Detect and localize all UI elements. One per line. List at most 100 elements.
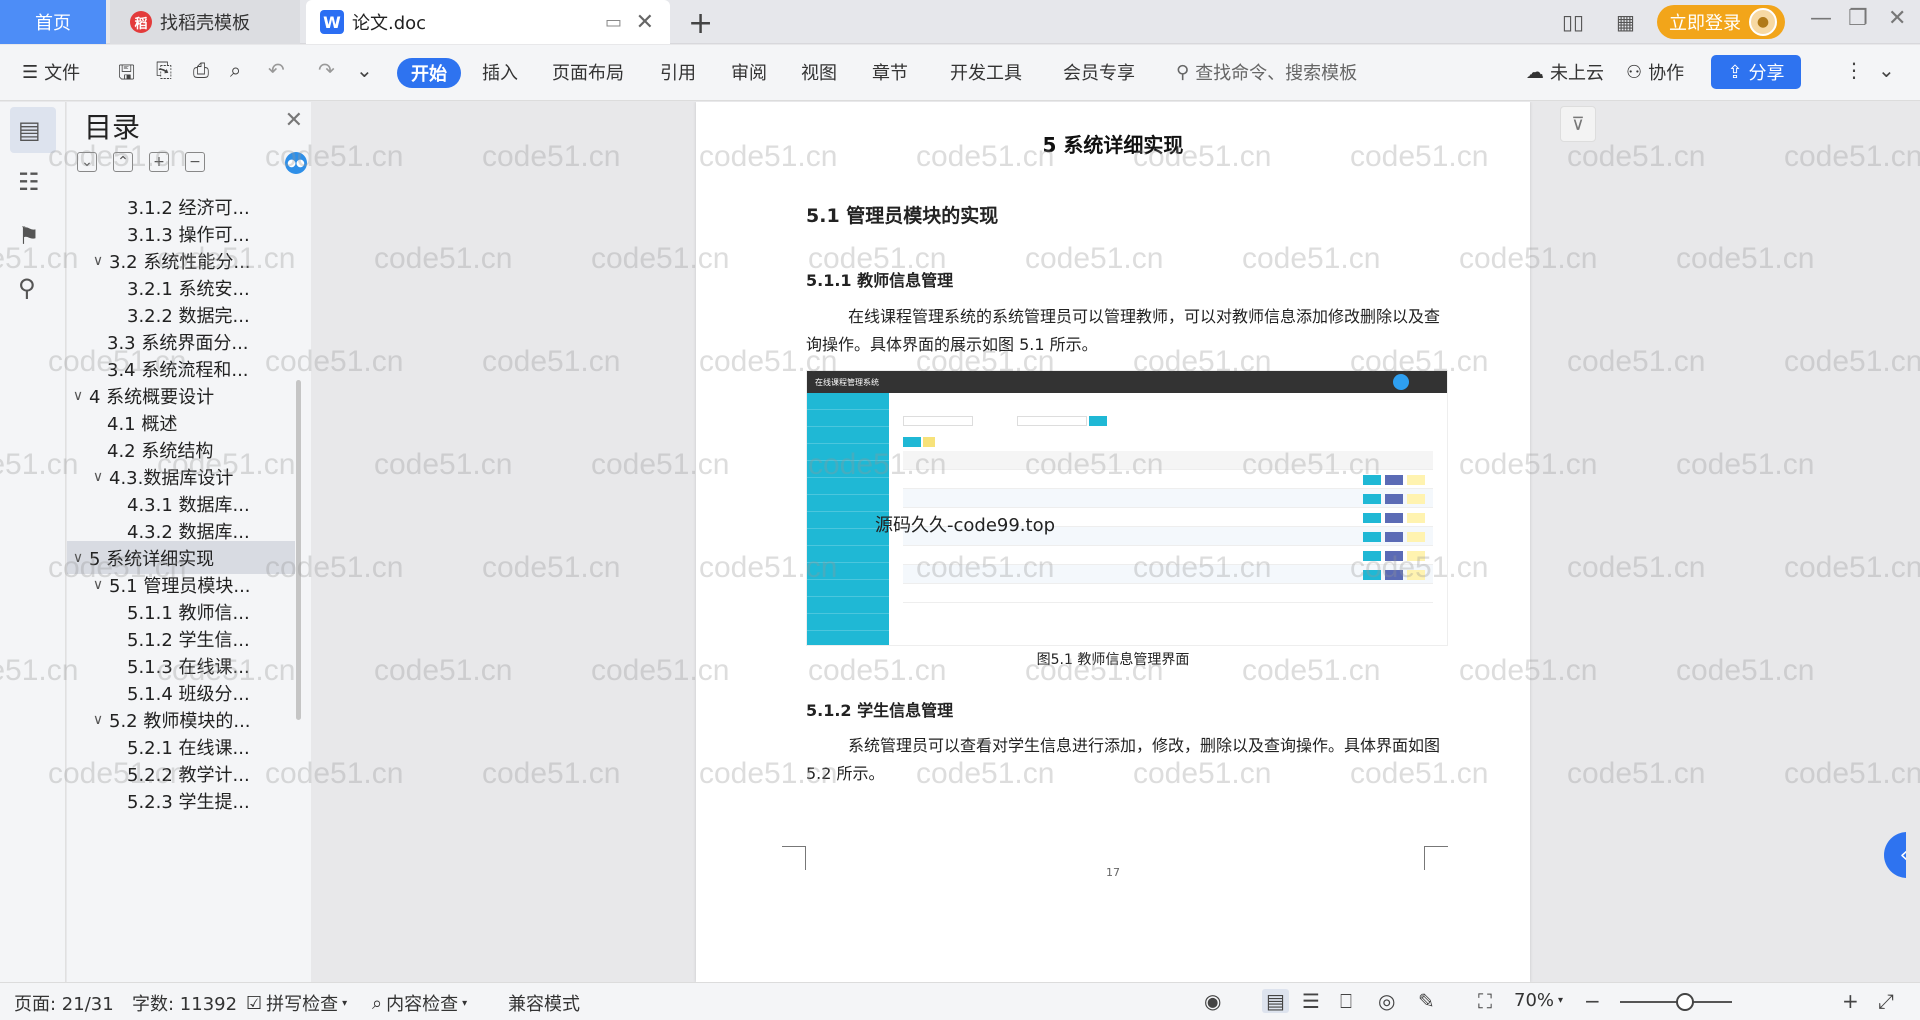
monitor-icon[interactable]: ▭ bbox=[605, 12, 622, 33]
toc-view-icon[interactable]: ▤ bbox=[18, 116, 41, 144]
share-icon: ⇪ bbox=[1727, 61, 1743, 83]
word-count[interactable]: 字数: 11392 bbox=[132, 990, 237, 1016]
figure-delete-button bbox=[923, 437, 935, 447]
file-menu[interactable]: ☰ 文件 bbox=[22, 59, 80, 85]
eye-protection-icon[interactable]: ◉ bbox=[1204, 989, 1221, 1013]
web-view-icon[interactable]: ◎ bbox=[1378, 989, 1395, 1013]
navigation-rail: ▤ ☷ ⚑ ⚲ bbox=[0, 102, 66, 982]
toc-item-label: 5.1.3 在线课... bbox=[127, 656, 250, 678]
figure-row-action bbox=[1385, 494, 1403, 504]
status-bar: 页面: 21/31 字数: 11392 ☑ 拼写检查 ▾ ⌕ 内容检查 ▾ 兼容… bbox=[0, 982, 1920, 1020]
chevron-down-icon[interactable]: ∨ bbox=[67, 550, 89, 566]
section-heading: 5.1 管理员模块的实现 bbox=[806, 205, 999, 227]
export-icon[interactable]: ⎘ bbox=[156, 58, 172, 82]
add-icon[interactable]: + bbox=[149, 152, 169, 172]
toc-item-label: 3.2.1 系统安... bbox=[127, 278, 250, 300]
compat-mode: 兼容模式 bbox=[508, 994, 580, 1015]
print-icon[interactable]: ⎙ bbox=[193, 58, 209, 82]
add-user-icon: ⚇ bbox=[1626, 61, 1643, 83]
tab-developer[interactable]: 开发工具 bbox=[950, 59, 1022, 85]
cloud-status[interactable]: ☁ 未上云 bbox=[1526, 59, 1604, 85]
close-tab-icon[interactable]: ✕ bbox=[636, 10, 654, 35]
content-check-icon: ⌕ bbox=[372, 992, 383, 1014]
expand-down-icon[interactable]: ⌄ bbox=[77, 152, 97, 172]
toc-item-label: 3.4 系统流程和... bbox=[107, 359, 249, 381]
close-icon[interactable]: ✕ bbox=[285, 108, 303, 133]
restore-icon[interactable]: ❐ bbox=[1848, 6, 1868, 31]
tab-insert[interactable]: 插入 bbox=[482, 59, 518, 85]
find-icon[interactable]: ⚲ bbox=[18, 274, 36, 302]
share-button[interactable]: ⇪ 分享 bbox=[1711, 55, 1801, 89]
figure-row-action bbox=[1407, 475, 1425, 485]
write-mode-icon[interactable]: ✎ bbox=[1418, 989, 1435, 1013]
chevron-down-icon[interactable]: ∨ bbox=[87, 712, 109, 728]
tab-template-store[interactable]: 稻 找稻壳模板 bbox=[110, 0, 300, 44]
more-dropdown-icon[interactable]: ⌄ bbox=[356, 58, 373, 82]
tab-document[interactable]: W 论文.doc ▭ ✕ bbox=[306, 0, 670, 44]
ai-assistant-icon[interactable]: ●● bbox=[285, 152, 307, 174]
tab-start[interactable]: 开始 bbox=[397, 58, 461, 88]
search-icon: ⚲ bbox=[1176, 61, 1190, 83]
bookmark-icon[interactable]: ⚑ bbox=[18, 222, 40, 250]
chevron-down-icon[interactable]: ∨ bbox=[67, 388, 89, 404]
tab-view[interactable]: 视图 bbox=[801, 59, 837, 85]
tab-review[interactable]: 审阅 bbox=[731, 59, 767, 85]
read-view-icon[interactable]: ⎕ bbox=[1340, 989, 1352, 1013]
page-view-icon[interactable]: ▤ bbox=[1262, 989, 1289, 1013]
save-icon[interactable]: 🖫 bbox=[118, 58, 135, 92]
chevron-down-icon[interactable]: ∨ bbox=[87, 469, 109, 485]
collab-label: 协作 bbox=[1648, 63, 1685, 84]
close-window-icon[interactable]: ✕ bbox=[1888, 6, 1906, 31]
tab-chapter[interactable]: 章节 bbox=[872, 59, 908, 85]
zoom-level[interactable]: 70% ▾ bbox=[1514, 990, 1563, 1011]
tab-home[interactable]: 首页 bbox=[0, 0, 106, 44]
side-panel-toggle-icon[interactable]: ⊽ bbox=[1560, 106, 1596, 142]
figure-row-action bbox=[1407, 513, 1425, 523]
figure-row-action bbox=[1385, 532, 1403, 542]
fit-page-icon[interactable]: ⛶ bbox=[1478, 989, 1492, 1013]
file-menu-label: 文件 bbox=[44, 63, 81, 84]
new-tab-button[interactable]: + bbox=[688, 6, 713, 41]
figure-row-action bbox=[1407, 551, 1425, 561]
tab-references[interactable]: 引用 bbox=[660, 59, 696, 85]
toc-list: 3.1.2 经济可... 3.1.3 操作可... ∨ 3.2 系统性能分... … bbox=[67, 190, 295, 980]
collab-button[interactable]: ⚇ 协作 bbox=[1626, 59, 1684, 85]
toc-item[interactable]: 5.2.3 学生提... bbox=[127, 784, 250, 817]
login-button[interactable]: 立即登录 ● bbox=[1657, 5, 1785, 39]
undo-icon[interactable]: ↶ bbox=[268, 58, 285, 82]
apps-grid-icon[interactable]: ▦ bbox=[1616, 10, 1635, 34]
remove-icon[interactable]: − bbox=[185, 152, 205, 172]
share-label: 分享 bbox=[1748, 63, 1785, 84]
print-preview-icon[interactable]: ⌕ bbox=[230, 58, 241, 82]
page-number: 17 bbox=[1106, 866, 1120, 879]
redo-icon[interactable]: ↷ bbox=[318, 58, 335, 82]
command-search[interactable]: ⚲ 查找命令、搜索模板 bbox=[1176, 59, 1357, 85]
figure-app-title: 在线课程管理系统 bbox=[815, 377, 879, 387]
toc-panel: 目录 ✕ ⌄ ⌃ + − ●● 3.1.2 经济可... 3.1.3 操作可..… bbox=[67, 102, 311, 982]
page-count[interactable]: 页面: 21/31 bbox=[14, 990, 114, 1016]
toc-item-label: 5.1.4 班级分... bbox=[127, 683, 250, 705]
fullscreen-icon[interactable]: ⤢ bbox=[1878, 989, 1894, 1013]
zoom-out-icon[interactable]: − bbox=[1584, 989, 1601, 1013]
tab-page-layout[interactable]: 页面布局 bbox=[552, 59, 624, 85]
chevron-down-icon[interactable]: ∨ bbox=[87, 253, 109, 269]
zoom-slider-handle[interactable] bbox=[1676, 993, 1694, 1011]
chevron-down-icon[interactable]: ∨ bbox=[87, 577, 109, 593]
spell-check-button[interactable]: ☑ 拼写检查 ▾ bbox=[246, 990, 347, 1016]
tab-member[interactable]: 会员专享 bbox=[1063, 59, 1135, 85]
expand-panel-button[interactable]: ‹ bbox=[1884, 832, 1906, 878]
content-check-button[interactable]: ⌕ 内容检查 ▾ bbox=[372, 990, 467, 1016]
collapse-up-icon[interactable]: ⌃ bbox=[113, 152, 133, 172]
toc-scrollbar[interactable] bbox=[296, 380, 301, 720]
minimize-icon[interactable]: — bbox=[1810, 6, 1832, 31]
figure-row-action bbox=[1385, 513, 1403, 523]
figure-screenshot: 在线课程管理系统 源码久久-code99.top bbox=[806, 370, 1448, 646]
more-options-icon[interactable]: ⋮ bbox=[1844, 58, 1864, 82]
chapter-nav-icon[interactable]: ☷ bbox=[18, 168, 40, 196]
reading-mode-icon[interactable]: ▯▯ bbox=[1562, 10, 1584, 34]
toc-item-label: 5.1 管理员模块... bbox=[109, 575, 251, 597]
zoom-in-icon[interactable]: + bbox=[1842, 989, 1859, 1013]
collapse-ribbon-icon[interactable]: ⌄ bbox=[1878, 58, 1895, 82]
outline-view-icon[interactable]: ☰ bbox=[1302, 989, 1320, 1013]
dropdown-icon: ▾ bbox=[1558, 995, 1564, 1006]
